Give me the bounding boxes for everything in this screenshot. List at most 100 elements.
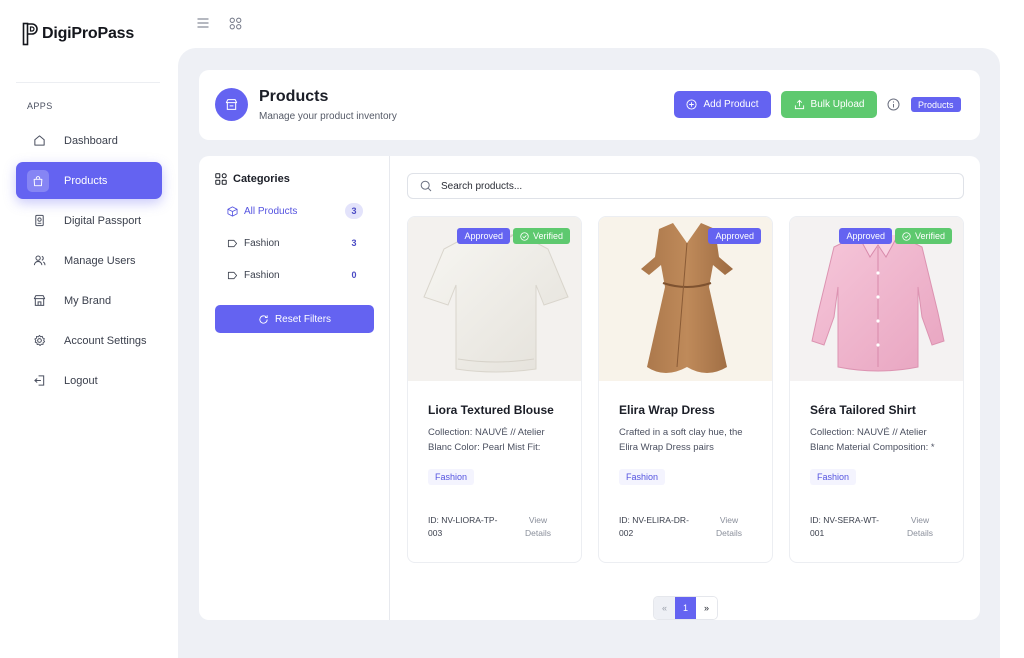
product-badges: Approved Verified: [457, 228, 570, 244]
bulk-upload-button[interactable]: Bulk Upload: [781, 91, 877, 118]
upload-icon: [794, 99, 804, 110]
breadcrumb-badge[interactable]: Products: [911, 97, 961, 112]
product-name: Liora Textured Blouse: [428, 403, 554, 417]
product-card[interactable]: Approved Elira Wrap Dress Crafted in a s…: [598, 216, 773, 563]
page-header: Products Manage your product inventory A…: [199, 70, 980, 140]
sidebar-item-label: My Brand: [64, 294, 112, 307]
pagination-prev-button[interactable]: «: [654, 597, 675, 619]
tag-icon: [227, 271, 238, 279]
sidebar-item-label: Digital Passport: [64, 214, 142, 227]
product-description: Collection: NAUVÉ // Atelier Blanc Mater…: [810, 427, 935, 453]
search-bar[interactable]: [407, 173, 964, 199]
approved-badge: Approved: [708, 228, 761, 244]
menu-icon[interactable]: [196, 16, 210, 30]
category-all-products[interactable]: All Products 3: [227, 203, 363, 219]
product-category-tag[interactable]: Fashion: [810, 469, 857, 485]
search-icon: [420, 180, 432, 192]
verified-label: Verified: [914, 231, 945, 241]
bag-icon: [27, 169, 49, 192]
view-details-link[interactable]: View Details: [900, 514, 940, 540]
approved-badge: Approved: [457, 228, 510, 244]
main-content: Products Manage your product inventory A…: [178, 48, 1000, 658]
sidebar-item-dashboard[interactable]: Dashboard: [16, 122, 162, 159]
category-label: Fashion: [244, 237, 280, 249]
product-card[interactable]: Approved Verified Séra Tailored Shirt Co…: [789, 216, 964, 563]
sidebar-item-account-settings[interactable]: Account Settings: [16, 322, 162, 359]
category-count: 3: [345, 203, 363, 219]
refresh-icon: [259, 314, 268, 324]
pagination: « 1 »: [653, 596, 718, 620]
categories-header: Categories: [215, 173, 290, 185]
product-id: ID: NV-LIORA-TP-003: [428, 515, 498, 538]
product-badges: Approved Verified: [839, 228, 952, 244]
verified-label: Verified: [532, 231, 563, 241]
product-id: ID: NV-SERA-WT-001: [810, 515, 879, 538]
info-icon[interactable]: [887, 98, 900, 111]
sidebar: DigiProPass APPS Dashboard Products Digi…: [0, 0, 178, 658]
product-category-tag[interactable]: Fashion: [428, 469, 475, 485]
box-icon: [227, 206, 238, 216]
product-description: Crafted in a soft clay hue, the Elira Wr…: [619, 427, 743, 453]
verified-badge: Verified: [894, 228, 952, 244]
approved-badge: Approved: [839, 228, 892, 244]
product-card[interactable]: Approved Verified Liora Textured Blouse …: [407, 216, 582, 563]
categories-panel: Categories All Products 3 Fashion 3 Fash…: [199, 156, 390, 620]
brand-logo[interactable]: DigiProPass: [22, 22, 134, 46]
brand-name: DigiProPass: [42, 25, 135, 42]
verified-badge: Verified: [512, 228, 570, 244]
page-subtitle: Manage your product inventory: [259, 111, 397, 122]
pagination-page-1[interactable]: 1: [675, 597, 696, 619]
reset-filters-button[interactable]: Reset Filters: [215, 305, 374, 333]
apps-grid-icon[interactable]: [228, 16, 242, 30]
sidebar-section-label: APPS: [27, 101, 53, 111]
topbar: [178, 0, 1024, 48]
sidebar-nav: Dashboard Products Digital Passport Mana…: [16, 122, 162, 402]
add-product-button[interactable]: Add Product: [674, 91, 771, 118]
brand-logo-icon: [22, 22, 38, 46]
gear-icon: [31, 333, 47, 349]
product-description: Collection: NAUVÉ // Atelier Blanc Color…: [428, 427, 545, 453]
product-badges: Approved: [708, 228, 761, 244]
view-details-link[interactable]: View Details: [518, 514, 558, 540]
plus-circle-icon: [686, 99, 698, 110]
sidebar-item-manage-users[interactable]: Manage Users: [16, 242, 162, 279]
product-name: Elira Wrap Dress: [619, 403, 715, 417]
search-input[interactable]: [441, 180, 941, 192]
check-circle-icon: [520, 231, 529, 241]
check-circle-icon: [902, 231, 911, 241]
categories-title: Categories: [233, 173, 290, 185]
sidebar-item-label: Dashboard: [64, 134, 118, 147]
store-icon: [31, 293, 47, 309]
sidebar-divider: [16, 82, 160, 83]
products-panel: Categories All Products 3 Fashion 3 Fash…: [199, 156, 980, 620]
categories-icon: [215, 173, 227, 185]
category-count: 3: [351, 238, 357, 248]
sidebar-item-products[interactable]: Products: [16, 162, 162, 199]
category-fashion[interactable]: Fashion 0: [227, 267, 363, 283]
logout-icon: [31, 373, 47, 389]
users-icon: [31, 253, 47, 269]
sidebar-item-label: Products: [64, 174, 108, 187]
sidebar-item-digital-passport[interactable]: Digital Passport: [16, 202, 162, 239]
sidebar-item-label: Account Settings: [64, 334, 147, 347]
pagination-next-button[interactable]: »: [696, 597, 717, 619]
category-fashion[interactable]: Fashion 3: [227, 235, 363, 251]
products-header-icon: [215, 88, 248, 121]
category-label: All Products: [244, 205, 298, 217]
passport-icon: [31, 213, 47, 229]
view-details-link[interactable]: View Details: [709, 514, 749, 540]
reset-filters-label: Reset Filters: [274, 313, 332, 325]
sidebar-item-label: Manage Users: [64, 254, 136, 267]
sidebar-item-label: Logout: [64, 374, 98, 387]
product-category-tag[interactable]: Fashion: [619, 469, 666, 485]
sidebar-item-my-brand[interactable]: My Brand: [16, 282, 162, 319]
home-icon: [31, 133, 47, 149]
tag-icon: [227, 239, 238, 247]
sidebar-item-logout[interactable]: Logout: [16, 362, 162, 399]
product-name: Séra Tailored Shirt: [810, 403, 916, 417]
category-count: 0: [351, 270, 357, 280]
page-title: Products: [259, 88, 329, 105]
add-product-label: Add Product: [703, 99, 759, 110]
category-label: Fashion: [244, 269, 280, 281]
bulk-upload-label: Bulk Upload: [810, 99, 865, 110]
